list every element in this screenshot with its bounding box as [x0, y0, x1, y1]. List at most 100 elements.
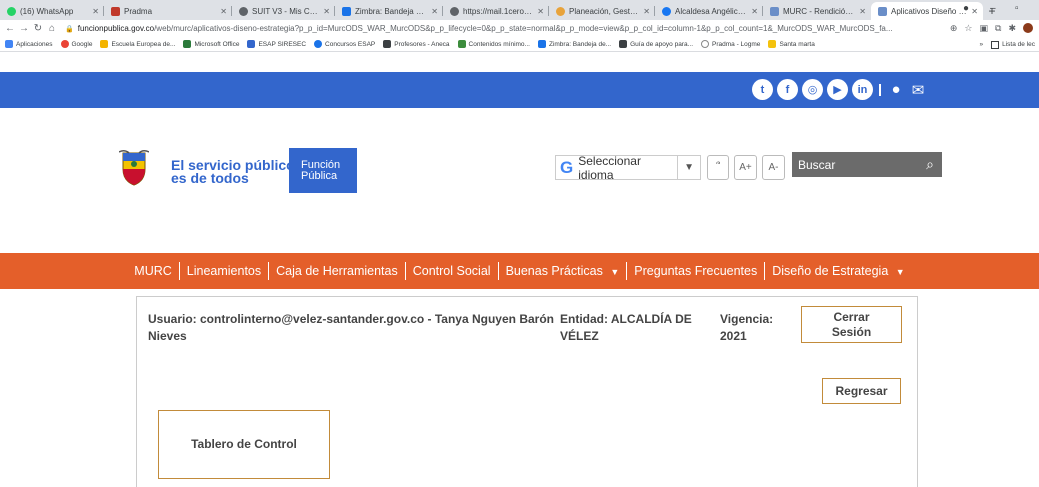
facebook-icon[interactable]: f — [777, 79, 798, 100]
nav-control-social[interactable]: Control Social — [406, 264, 498, 278]
bookmark-aplicaciones[interactable]: Aplicaciones — [5, 40, 53, 48]
reading-list-icon — [991, 40, 1000, 49]
tab-planeacion[interactable]: Planeación, Gestión...✕ — [549, 2, 655, 20]
close-icon[interactable]: ✕ — [220, 7, 227, 16]
nav-murc[interactable]: MURC — [127, 264, 179, 278]
url-field[interactable]: 🔒 funcionpublica.gov.co/web/murc/aplicat… — [59, 22, 944, 36]
close-icon[interactable]: ✕ — [751, 7, 758, 16]
bookmark-esap-siresec[interactable]: ESAP SIRESEC — [247, 40, 306, 48]
dashboard-button[interactable]: Tablero de Control — [158, 410, 330, 479]
nav-buenas-practicas[interactable]: Buenas Prácticas ▼ — [499, 264, 627, 278]
funcion-publica-logo[interactable]: Función Pública — [289, 148, 357, 193]
close-icon[interactable]: ✕ — [323, 7, 330, 16]
esap-icon — [247, 40, 256, 48]
twitter-icon[interactable]: t — [752, 79, 773, 100]
search-input[interactable]: Buscar ⌕ — [792, 152, 942, 177]
nav-diseno-estrategia[interactable]: Diseño de Estrategia ▼ — [765, 264, 911, 278]
chevron-down-icon: ▼ — [895, 267, 905, 277]
forward-arrow-icon[interactable]: → — [17, 23, 31, 34]
planeacion-icon — [556, 6, 565, 16]
language-select[interactable]: G Seleccionar idioma ▼ — [555, 154, 701, 182]
lock-icon: 🔒 — [65, 25, 74, 33]
bookmark-office[interactable]: Microsoft Office — [183, 40, 239, 48]
close-icon[interactable]: ✕ — [431, 7, 438, 16]
whatsapp-icon — [7, 6, 16, 16]
pin-icon[interactable]: ✱ — [1008, 23, 1016, 34]
top-blue-bar: t f ◎ ▶ in ● ✉ — [0, 72, 1039, 108]
extension-icon[interactable]: ▣ — [980, 23, 989, 34]
chat-icon[interactable]: ● — [887, 81, 905, 98]
folder-icon — [383, 40, 392, 48]
nav-caja-herramientas[interactable]: Caja de Herramientas — [269, 264, 405, 278]
zimbra-icon — [342, 6, 351, 16]
minimize-icon[interactable]: – — [990, 3, 996, 14]
browser-tab-strip: (16) WhatsApp ✕ Pradma ✕ SUIT V3 - Mis Cad… — [0, 0, 1039, 20]
chevron-down-icon: ▼ — [610, 267, 620, 277]
youtube-icon[interactable]: ▶ — [827, 79, 848, 100]
rss-button[interactable]: ՞ — [707, 155, 729, 180]
profile-icon[interactable]: ● — [963, 3, 969, 14]
nav-preguntas-frecuentes[interactable]: Preguntas Frecuentes — [627, 264, 764, 278]
back-arrow-icon[interactable]: ← — [3, 23, 17, 34]
reload-icon[interactable]: ↻ — [31, 23, 45, 34]
murc-icon — [770, 6, 779, 16]
tab-mail[interactable]: https://mail.1cero1.c...✕ — [443, 2, 549, 20]
close-icon[interactable]: ✕ — [971, 7, 978, 16]
font-decrease-button[interactable]: A- — [762, 155, 785, 180]
facebook-icon — [662, 6, 671, 16]
instagram-icon[interactable]: ◎ — [802, 79, 823, 100]
tab-whatsapp[interactable]: (16) WhatsApp ✕ — [0, 2, 104, 20]
google-icon — [60, 40, 69, 48]
restore-icon[interactable]: ▫ — [1015, 3, 1019, 14]
tab-suit[interactable]: SUIT V3 - Mis Cadena...✕ — [232, 2, 335, 20]
back-button[interactable]: Regresar — [822, 378, 901, 404]
apps-grid-icon — [5, 40, 13, 48]
nav-lineamientos[interactable]: Lineamientos — [180, 264, 268, 278]
bookmark-google[interactable]: Google — [60, 40, 92, 48]
bookmark-escuela[interactable]: Escuela Europea de... — [100, 40, 175, 48]
bookmark-pradma[interactable]: Pradma - Logme — [701, 40, 760, 48]
murc-icon — [878, 6, 887, 16]
mail-icon[interactable]: ✉ — [909, 81, 927, 99]
avatar[interactable] — [1023, 23, 1033, 33]
tab-facebook[interactable]: Alcaldesa Angélica N...✕ — [655, 2, 763, 20]
reading-list-button[interactable]: Lista de lec — [1002, 41, 1035, 48]
rss-icon: ՞ — [715, 162, 721, 173]
bookmark-aneca[interactable]: Profesores - Aneca — [383, 40, 450, 48]
divider — [879, 83, 881, 96]
office-icon — [183, 40, 192, 48]
close-icon[interactable]: ✕ — [537, 7, 544, 16]
bookmark-santa-marta[interactable]: Santa marta — [768, 40, 815, 48]
bookmark-zimbra[interactable]: Zimbra: Bandeja de... — [537, 40, 611, 48]
tab-murc[interactable]: MURC - Rendición de...✕ — [763, 2, 871, 20]
main-nav: MURC Lineamientos Caja de Herramientas C… — [0, 253, 1039, 289]
home-icon[interactable]: ⌂ — [45, 23, 59, 34]
logout-button[interactable]: Cerrar Sesión — [801, 306, 902, 343]
extensions-puzzle-icon[interactable]: ⧉ — [995, 23, 1001, 34]
font-increase-button[interactable]: A+ — [734, 155, 757, 180]
tab-zimbra[interactable]: Zimbra: Bandeja de e...✕ — [335, 2, 443, 20]
zoom-icon[interactable]: ⊕ — [950, 23, 958, 34]
bookmark-contenidos[interactable]: Contenidos mínimo... — [457, 40, 530, 48]
user-info: Usuario: controlinterno@velez-santander.… — [148, 312, 554, 343]
colombia-coat-of-arms-icon — [119, 149, 149, 186]
close-icon[interactable]: ✕ — [859, 7, 866, 16]
globe-icon — [239, 6, 248, 16]
vigencia-info: Vigencia: 2021 — [720, 312, 774, 343]
close-icon[interactable]: ✕ — [92, 7, 99, 16]
bookmarks-more-button[interactable]: » — [979, 41, 983, 48]
bookmark-concursos[interactable]: Concursos ESAP — [314, 40, 375, 48]
triangle-icon — [457, 40, 466, 48]
star-icon[interactable]: ☆ — [964, 23, 972, 34]
zimbra-icon — [537, 40, 546, 48]
globe-icon — [450, 6, 459, 16]
bookmarks-bar: Aplicaciones Google Escuela Europea de..… — [0, 37, 1039, 52]
logo-text: El servicio público es de todos — [171, 157, 295, 186]
linkedin-icon[interactable]: in — [852, 79, 873, 100]
search-icon[interactable]: ⌕ — [926, 156, 934, 173]
bookmark-guia[interactable]: Guía de apoyo para... — [619, 40, 693, 48]
tab-pradma[interactable]: Pradma ✕ — [104, 2, 232, 20]
folder-icon — [619, 40, 628, 48]
pradma-icon — [111, 6, 120, 16]
close-icon[interactable]: ✕ — [643, 7, 650, 16]
